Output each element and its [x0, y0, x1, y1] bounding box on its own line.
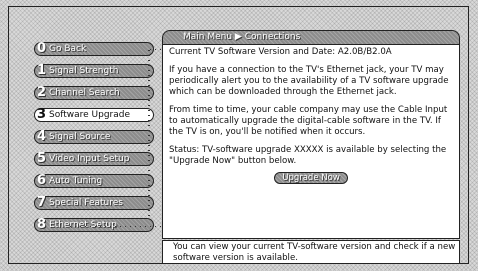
breadcrumb: Main Menu ▶ Connections [162, 30, 460, 45]
menu-item-software-upgrade[interactable]: 3 Software Upgrade [34, 108, 154, 122]
menu-item-label: Video Input Setup [49, 154, 130, 164]
side-menu: 0 Go Back 1 Signal Strength 2 Channel Searc… [34, 42, 160, 242]
ethernet-info-text: If you have a connection to the TV's Eth… [169, 65, 449, 97]
menu-connector-bottom [70, 226, 162, 227]
menu-item-special-features[interactable]: 7 Special Features [34, 196, 154, 210]
menu-item-number: 8 [37, 217, 47, 232]
menu-item-number: 4 [37, 129, 47, 144]
menu-item-number: 1 [37, 63, 47, 78]
menu-item-channel-search[interactable]: 2 Channel Search [34, 86, 154, 100]
menu-item-label: Signal Source [49, 132, 111, 142]
menu-item-auto-tuning[interactable]: 6 Auto Tuning [34, 174, 154, 188]
menu-item-label: Auto Tuning [49, 176, 103, 186]
menu-item-label: Software Upgrade [49, 110, 131, 120]
menu-item-label: Signal Strength [49, 66, 119, 76]
menu-item-number: 5 [37, 151, 47, 166]
software-version-text: Current TV Software Version and Date: A2… [169, 47, 392, 57]
menu-item-signal-strength[interactable]: 1 Signal Strength [34, 64, 154, 78]
status-text: Status: TV-software upgrade XXXXX is ava… [169, 145, 447, 166]
menu-item-number: 0 [37, 41, 47, 56]
menu-item-go-back[interactable]: 0 Go Back [34, 42, 154, 56]
menu-item-number: 6 [37, 173, 47, 188]
menu-item-video-input-setup[interactable]: 5 Video Input Setup [34, 152, 154, 166]
menu-item-label: Special Features [49, 198, 123, 208]
upgrade-now-button[interactable]: Upgrade Now [274, 172, 348, 184]
menu-item-number: 7 [37, 195, 47, 210]
help-text: You can view your current TV-software ve… [162, 240, 460, 264]
menu-item-number: 2 [37, 85, 47, 100]
menu-connector-line [148, 50, 150, 218]
menu-item-number: 3 [37, 107, 47, 122]
menu-item-signal-source[interactable]: 4 Signal Source [34, 130, 154, 144]
menu-item-label: Go Back [49, 44, 87, 54]
menu-item-label: Channel Search [49, 88, 120, 98]
cable-info-text: From time to time, your cable company ma… [169, 105, 448, 137]
menu-connector-tick [150, 49, 162, 50]
content-panel: Current TV Software Version and Date: A2… [162, 44, 460, 239]
menu-item-label: Ethernet Setup [49, 220, 117, 230]
menu-item-ethernet-setup[interactable]: 8 Ethernet Setup [34, 218, 154, 232]
